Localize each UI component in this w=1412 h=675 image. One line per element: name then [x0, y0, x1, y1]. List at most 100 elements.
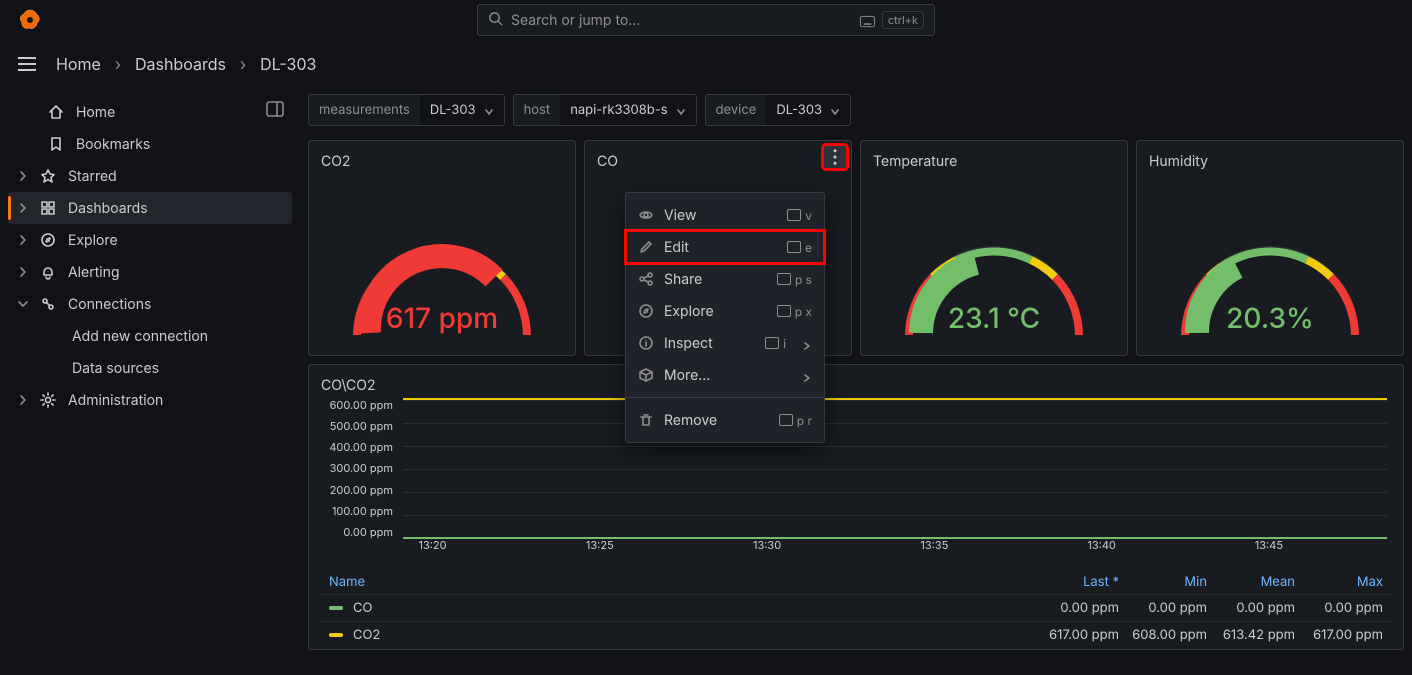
nav-sidebar: Home Bookmarks Starred Dashboards Explor…	[0, 88, 300, 675]
gauge-reading: 617 ppm	[337, 301, 547, 335]
sidebar-item-label: Add new connection	[72, 328, 208, 345]
sidebar-item-label: Alerting	[68, 264, 120, 281]
info-icon	[638, 335, 654, 351]
breadcrumb-current[interactable]: DL-303	[260, 54, 316, 74]
sidebar-item-data-sources[interactable]: Data sources	[8, 352, 292, 384]
panel-title: CO\CO2	[321, 377, 1391, 394]
legend-row[interactable]: CO 0.00 ppm 0.00 ppm 0.00 ppm 0.00 ppm	[321, 594, 1391, 621]
panel-co2[interactable]: CO2 617 ppm	[308, 140, 576, 356]
legend-table: Name Last * Min Mean Max CO 0.00 ppm 0.0…	[321, 570, 1391, 648]
chevron-down-icon	[16, 297, 30, 311]
panel-context-menu: View v Edit e Share p s Explore p x Insp…	[625, 192, 825, 443]
trash-icon	[638, 412, 654, 428]
compass-icon	[638, 303, 654, 319]
bell-icon	[40, 264, 56, 280]
gear-icon	[40, 392, 56, 408]
eye-icon	[638, 207, 654, 223]
variable-value: DL-303	[430, 102, 476, 118]
sidebar-item-label: Dashboards	[68, 200, 148, 217]
sidebar-item-administration[interactable]: Administration	[8, 384, 292, 416]
timeseries-plot: 600.00 ppm 500.00 ppm 400.00 ppm 300.00 …	[321, 400, 1391, 552]
sidebar-item-label: Starred	[68, 168, 117, 185]
menu-item-view[interactable]: View v	[626, 199, 824, 231]
keyboard-icon	[779, 414, 793, 426]
breadcrumb-sep: ›	[240, 54, 246, 74]
legend-col-mean[interactable]: Mean	[1207, 574, 1295, 590]
sidebar-item-label: Data sources	[72, 360, 159, 377]
panel-title: Humidity	[1149, 153, 1391, 170]
menu-item-edit[interactable]: Edit e	[626, 231, 824, 263]
chevron-right-icon	[16, 265, 30, 279]
grafana-logo-icon	[18, 8, 42, 32]
gauge-temperature: 23.1 °C	[889, 215, 1099, 345]
legend-col-name[interactable]: Name	[329, 574, 1031, 590]
panel-menu-button[interactable]	[823, 145, 847, 169]
y-axis: 600.00 ppm 500.00 ppm 400.00 ppm 300.00 …	[321, 400, 399, 538]
sidebar-item-connections[interactable]: Connections	[8, 288, 292, 320]
legend-col-max[interactable]: Max	[1295, 574, 1383, 590]
menu-item-share[interactable]: Share p s	[626, 263, 824, 295]
panel-title: Temperature	[873, 153, 1115, 170]
sidebar-item-label: Connections	[68, 296, 151, 313]
keyboard-icon	[777, 273, 791, 285]
variable-label: measurements	[309, 95, 420, 125]
home-icon	[48, 104, 64, 120]
sidebar-item-alerting[interactable]: Alerting	[8, 256, 292, 288]
global-search-input[interactable]: Search or jump to... ctrl+k	[477, 4, 935, 36]
menu-separator	[626, 397, 824, 398]
menu-item-explore[interactable]: Explore p x	[626, 295, 824, 327]
search-shortcut: ctrl+k	[882, 11, 924, 29]
gauge-humidity: 20.3%	[1165, 215, 1375, 345]
sidebar-item-label: Administration	[68, 392, 163, 409]
edit-icon	[638, 239, 654, 255]
series-line-co2	[403, 398, 1387, 400]
variable-host[interactable]: host napi-rk3308b-s	[513, 94, 697, 126]
x-axis: 13:20 13:25 13:30 13:35 13:40 13:45	[403, 538, 1387, 552]
sidebar-item-add-connection[interactable]: Add new connection	[8, 320, 292, 352]
sidebar-item-starred[interactable]: Starred	[8, 160, 292, 192]
sidebar-item-bookmarks[interactable]: Bookmarks	[8, 128, 292, 160]
chevron-down-icon	[830, 105, 840, 115]
variable-device[interactable]: device DL-303	[705, 94, 851, 126]
panel-temperature[interactable]: Temperature 23.1 °C	[860, 140, 1128, 356]
panel-co-co2-graph[interactable]: CO\CO2 600.00 ppm 500.00 ppm 400.00 ppm …	[308, 364, 1404, 650]
gauge-reading: 23.1 °C	[889, 301, 1099, 335]
sidebar-item-dashboards[interactable]: Dashboards	[8, 192, 292, 224]
dashboard-content: measurements DL-303 host napi-rk3308b-s …	[300, 88, 1412, 675]
breadcrumb-dashboards[interactable]: Dashboards	[135, 54, 226, 74]
chevron-right-icon	[16, 233, 30, 247]
sidebar-item-label: Home	[76, 104, 115, 121]
top-bar: Search or jump to... ctrl+k	[0, 0, 1412, 40]
keyboard-icon	[787, 209, 801, 221]
chevron-right-icon	[802, 370, 812, 380]
legend-header-row: Name Last * Min Mean Max	[321, 570, 1391, 594]
search-icon	[488, 11, 511, 30]
variable-measurements[interactable]: measurements DL-303	[308, 94, 505, 126]
star-icon	[40, 168, 56, 184]
panel-title: CO	[597, 153, 839, 170]
sidebar-item-home[interactable]: Home	[8, 96, 292, 128]
keyboard-icon	[777, 305, 791, 317]
sidebar-item-explore[interactable]: Explore	[8, 224, 292, 256]
breadcrumb-row: Home › Dashboards › DL-303	[0, 40, 1412, 88]
panel-humidity[interactable]: Humidity 20.3%	[1136, 140, 1404, 356]
legend-col-last[interactable]: Last *	[1031, 574, 1119, 590]
keyboard-icon	[765, 337, 779, 349]
chevron-down-icon	[676, 105, 686, 115]
legend-row[interactable]: CO2 617.00 ppm 608.00 ppm 613.42 ppm 617…	[321, 621, 1391, 648]
search-placeholder: Search or jump to...	[511, 12, 640, 29]
chevron-right-icon	[16, 393, 30, 407]
breadcrumb-home[interactable]: Home	[56, 54, 101, 74]
legend-col-min[interactable]: Min	[1119, 574, 1207, 590]
menu-toggle-button[interactable]	[18, 52, 42, 76]
variable-label: host	[514, 95, 561, 125]
breadcrumb-sep: ›	[115, 54, 121, 74]
menu-item-remove[interactable]: Remove p r	[626, 404, 824, 436]
gauge-co2: 617 ppm	[337, 215, 547, 345]
menu-item-inspect[interactable]: Inspect i	[626, 327, 824, 359]
plot-grid	[403, 400, 1387, 538]
variable-value: napi-rk3308b-s	[570, 102, 667, 118]
variable-label: device	[706, 95, 767, 125]
menu-item-more[interactable]: More...	[626, 359, 824, 391]
legend-swatch	[329, 633, 343, 637]
